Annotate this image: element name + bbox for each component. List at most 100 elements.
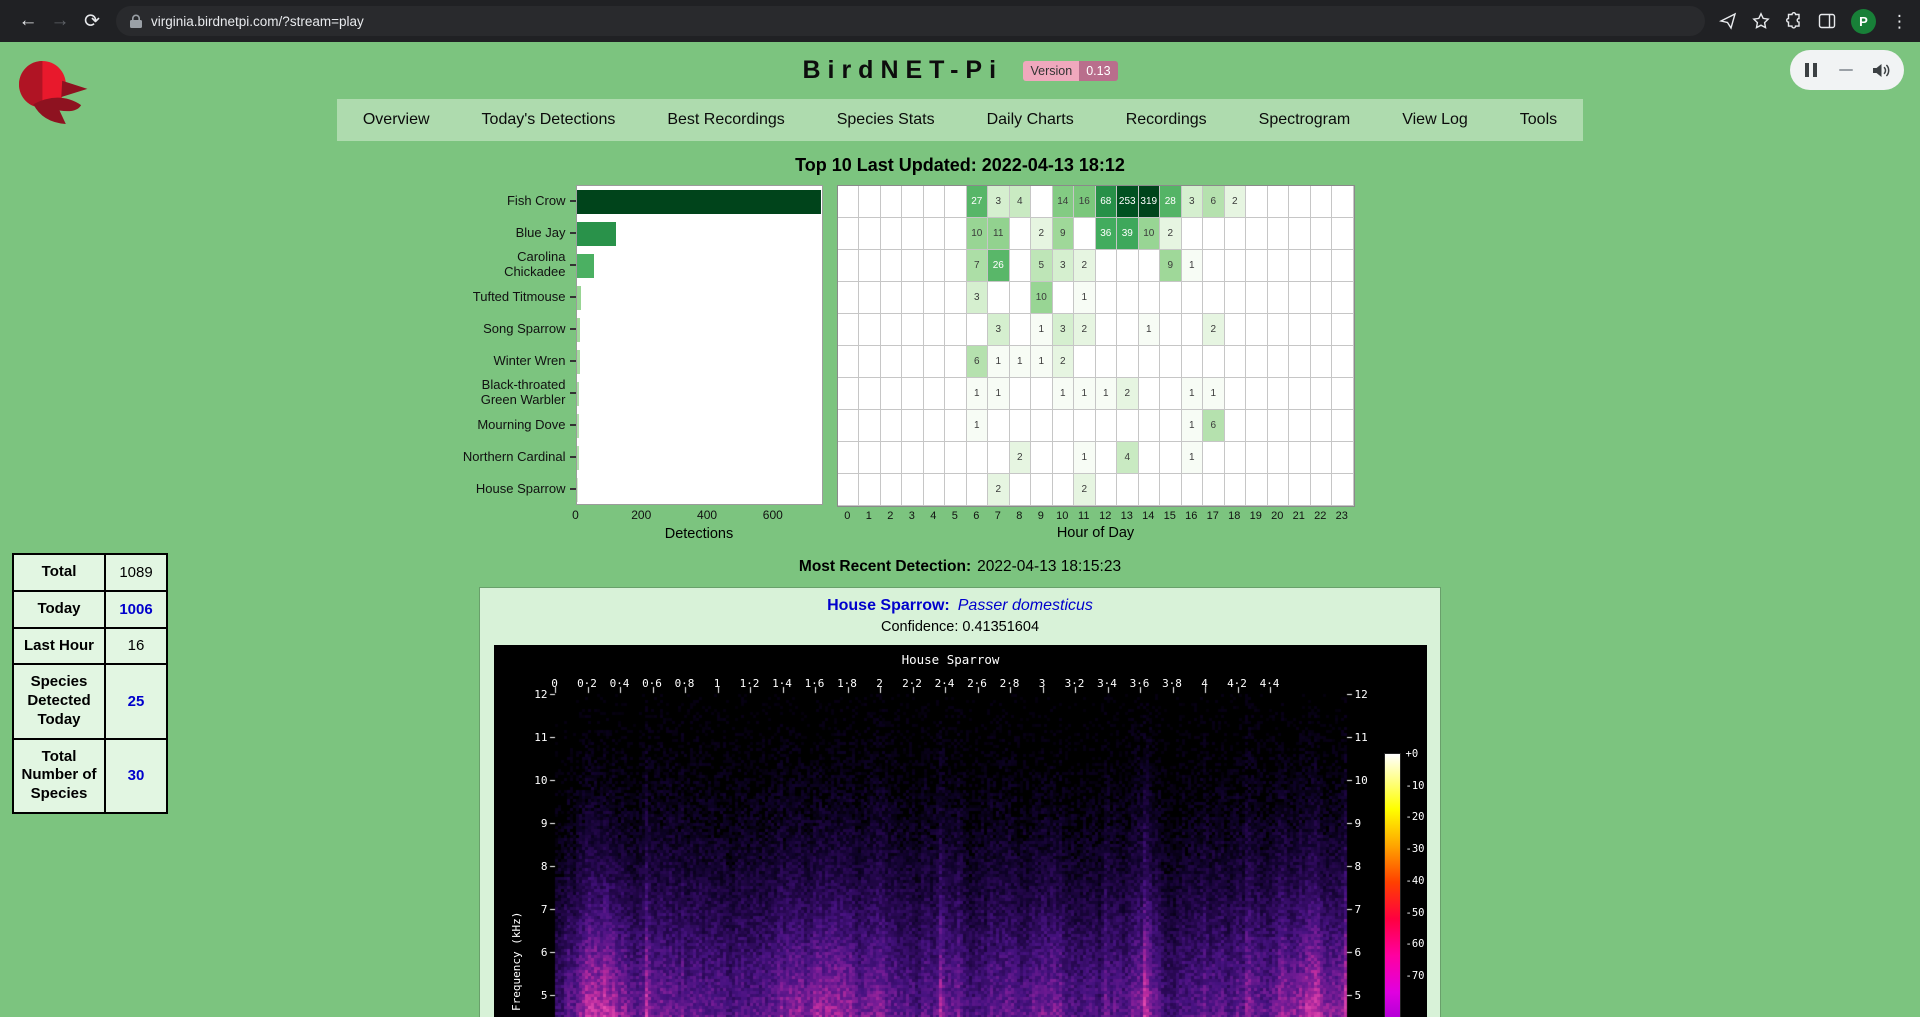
heatmap-cell <box>1010 282 1032 314</box>
heatmap-cell: 1 <box>1031 346 1053 378</box>
spectrogram-colorbar <box>1384 753 1401 1017</box>
heatmap-cell <box>924 410 946 442</box>
species-label-song-sparrow: Song Sparrow <box>426 313 576 345</box>
freq-label-right: 12 <box>1355 688 1368 701</box>
address-bar[interactable]: virginia.birdnetpi.com/?stream=play <box>116 6 1705 36</box>
heatmap-cell: 3 <box>1053 250 1075 282</box>
bar-blue-jay <box>577 222 616 246</box>
heatmap-cell <box>1117 282 1139 314</box>
bookmark-star-icon[interactable] <box>1752 12 1770 30</box>
heatmap-cell: 1 <box>1074 442 1096 474</box>
heatmap-cell <box>1096 410 1118 442</box>
heatmap-cell <box>1182 474 1204 506</box>
db-label: -50 <box>1406 907 1425 919</box>
forward-icon[interactable]: → <box>44 5 76 37</box>
species-common-name[interactable]: House Sparrow: <box>827 597 950 614</box>
db-label: -10 <box>1406 780 1425 792</box>
nav-item-daily-charts[interactable]: Daily Charts <box>961 99 1100 141</box>
time-label: 0·8 <box>675 677 695 690</box>
heatmap-cell: 2 <box>1117 378 1139 410</box>
heatmap-cell <box>945 410 967 442</box>
hour-tick-label: 14 <box>1138 510 1160 522</box>
bar-plot-area <box>576 185 823 505</box>
heatmap-cell <box>924 314 946 346</box>
profile-avatar[interactable]: P <box>1851 9 1876 34</box>
nav-item-species-stats[interactable]: Species Stats <box>811 99 961 141</box>
heatmap-cell <box>838 186 860 218</box>
heatmap-cell <box>1203 282 1225 314</box>
heatmap-cell <box>988 282 1010 314</box>
heatmap-cell <box>1225 378 1247 410</box>
stat-value[interactable]: 30 <box>105 739 167 813</box>
heatmap-cell <box>1117 474 1139 506</box>
nav-item-today-s-detections[interactable]: Today's Detections <box>456 99 642 141</box>
nav-item-view-log[interactable]: View Log <box>1376 99 1494 141</box>
db-label: -70 <box>1406 970 1425 982</box>
send-icon[interactable] <box>1719 12 1737 30</box>
time-label: 1 <box>714 677 721 690</box>
heatmap-cell <box>988 410 1010 442</box>
stat-value[interactable]: 25 <box>105 664 167 738</box>
freq-label-right: 6 <box>1355 946 1362 959</box>
heatmap-cell <box>881 442 903 474</box>
heatmap-cell <box>838 218 860 250</box>
heatmap-cell <box>1225 474 1247 506</box>
bar-fish-crow <box>577 190 821 214</box>
nav-item-spectrogram[interactable]: Spectrogram <box>1233 99 1377 141</box>
heatmap-cell <box>1203 346 1225 378</box>
heatmap-cell <box>1332 186 1354 218</box>
menu-icon[interactable]: ⋮ <box>1891 13 1908 30</box>
extensions-icon[interactable] <box>1785 12 1803 30</box>
species-label-fish-crow: Fish Crow <box>426 185 576 217</box>
volume-slider[interactable] <box>1839 69 1853 71</box>
nav-item-recordings[interactable]: Recordings <box>1100 99 1233 141</box>
heatmap-cell <box>924 282 946 314</box>
heatmap-cell <box>1225 410 1247 442</box>
heatmap-cell: 1 <box>967 410 989 442</box>
heatmap-cell <box>859 442 881 474</box>
hour-ticks: 01234567891011121314151617181920212223 <box>837 510 1355 522</box>
heatmap-cell: 1 <box>1074 282 1096 314</box>
heatmap-cell <box>902 378 924 410</box>
heatmap-cell <box>924 442 946 474</box>
speaker-icon[interactable] <box>1872 62 1891 79</box>
back-icon[interactable]: ← <box>12 5 44 37</box>
hour-tick-label: 22 <box>1310 510 1332 522</box>
hour-tick-label: 21 <box>1288 510 1310 522</box>
heatmap-cell <box>1031 442 1053 474</box>
heatmap-cell <box>1203 442 1225 474</box>
pause-button[interactable] <box>1803 61 1819 79</box>
heatmap-cell: 1 <box>988 378 1010 410</box>
audio-player[interactable] <box>1790 50 1904 90</box>
nav-item-overview[interactable]: Overview <box>337 99 456 141</box>
heatmap-cell <box>924 474 946 506</box>
hour-tick-label: 12 <box>1095 510 1117 522</box>
url-text[interactable]: virginia.birdnetpi.com/?stream=play <box>151 14 364 29</box>
heatmap-cell <box>1160 314 1182 346</box>
heatmap-cell: 3 <box>967 282 989 314</box>
bar-winter-wren <box>577 350 581 374</box>
db-label: -20 <box>1406 811 1425 823</box>
hour-tick-label: 20 <box>1267 510 1289 522</box>
heatmap-cell: 1 <box>1182 378 1204 410</box>
time-label: 4·4 <box>1260 677 1280 690</box>
time-label: 2·6 <box>967 677 987 690</box>
heatmap-cell <box>902 410 924 442</box>
nav-item-best-recordings[interactable]: Best Recordings <box>641 99 810 141</box>
heatmap-cell <box>1332 314 1354 346</box>
heatmap-cell <box>1160 410 1182 442</box>
nav-item-tools[interactable]: Tools <box>1494 99 1583 141</box>
side-panel-icon[interactable] <box>1818 12 1836 30</box>
time-label: 0·4 <box>610 677 630 690</box>
stat-label: Species Detected Today <box>13 664 105 738</box>
stat-value[interactable]: 1006 <box>105 591 167 628</box>
detection-heading: House Sparrow:Passer domesticus <box>480 597 1440 615</box>
heatmap-cell <box>1160 346 1182 378</box>
freq-label-right: 8 <box>1355 860 1362 873</box>
heatmap-cell <box>1332 218 1354 250</box>
bar-xtick-label: 0 <box>572 508 579 522</box>
reload-icon[interactable]: ⟳ <box>76 5 108 37</box>
heatmap-cell <box>1096 314 1118 346</box>
heatmap-cell <box>1268 346 1290 378</box>
species-label-mourning-dove: Mourning Dove <box>426 409 576 441</box>
